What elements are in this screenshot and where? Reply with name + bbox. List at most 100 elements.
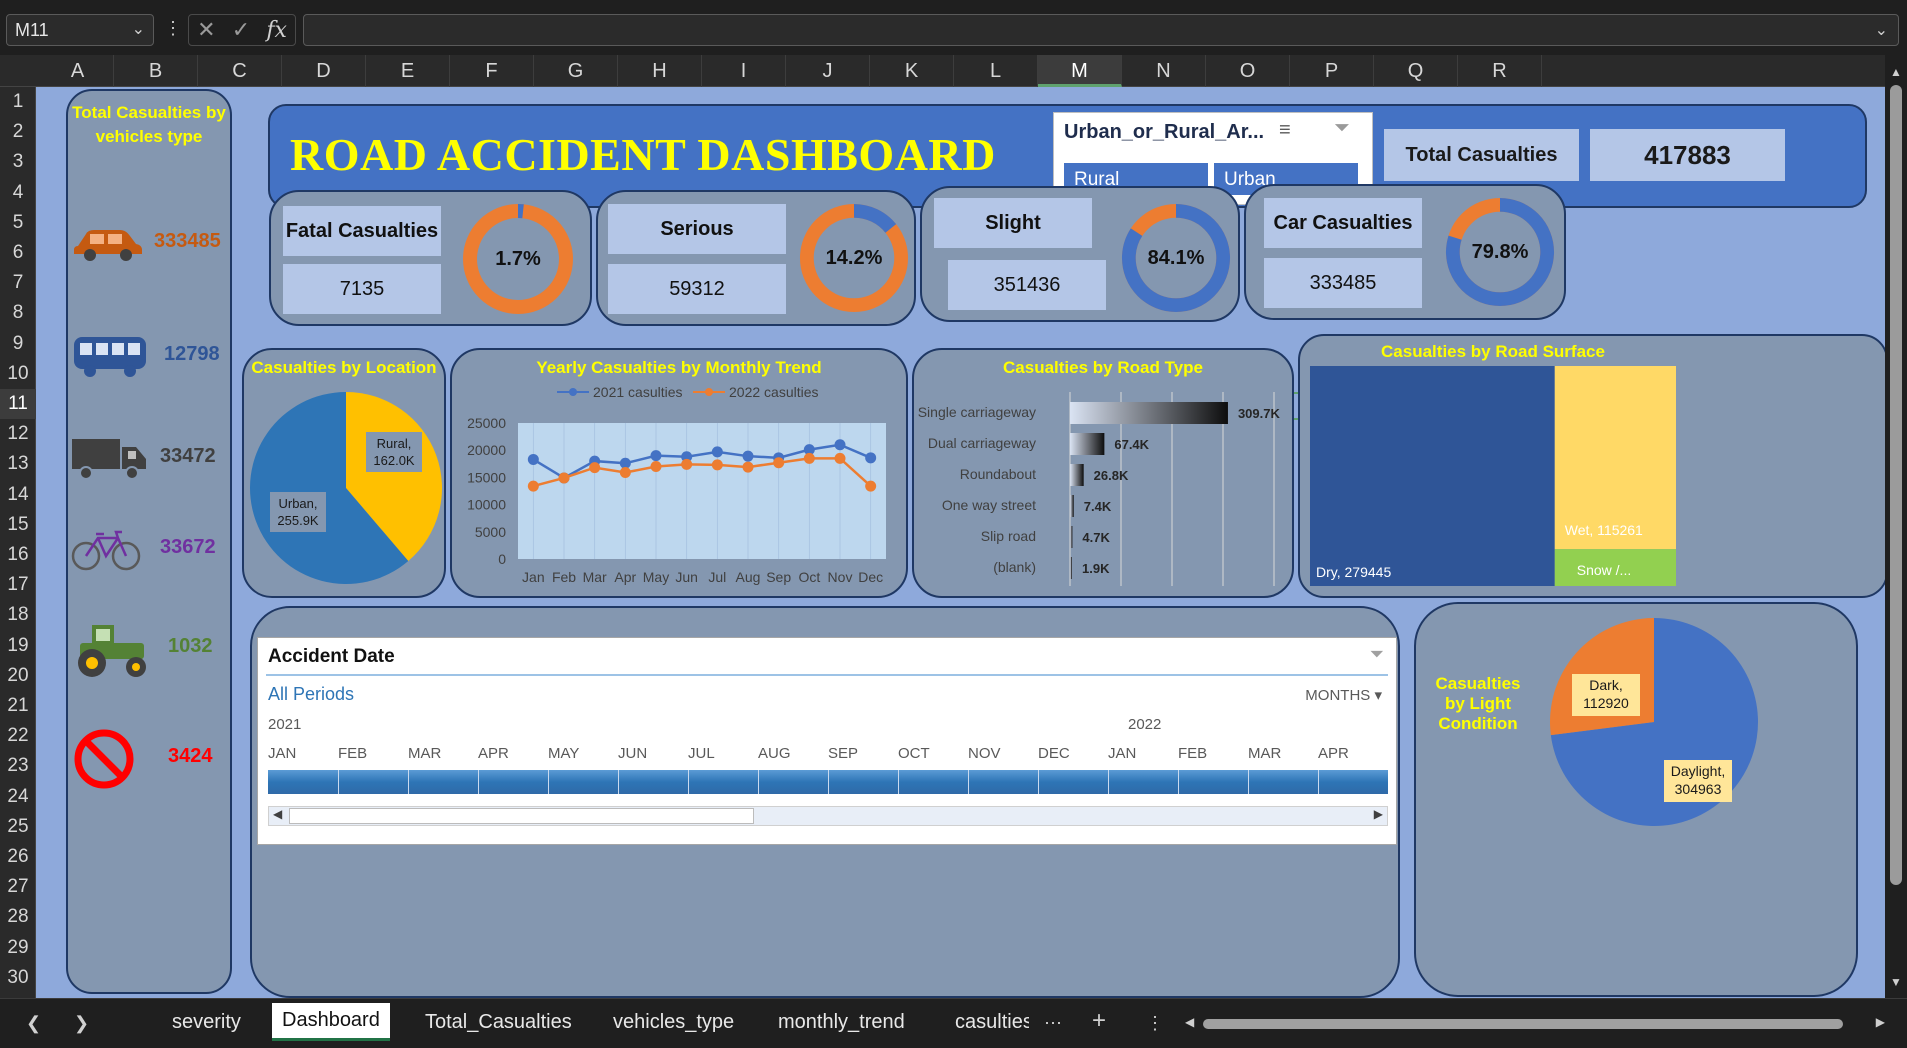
column-header[interactable]: C <box>198 55 282 87</box>
row-header[interactable]: 11 <box>0 389 36 419</box>
row-header[interactable]: 10 <box>0 359 36 389</box>
column-header[interactable]: G <box>534 55 618 87</box>
column-header[interactable]: F <box>450 55 534 87</box>
row-header[interactable]: 18 <box>0 600 36 630</box>
timeline-month[interactable]: APR <box>478 745 509 762</box>
timeline-month[interactable]: AUG <box>758 745 791 762</box>
row-header[interactable]: 22 <box>0 721 36 751</box>
horizontal-scroll-thumb[interactable] <box>1203 1019 1843 1029</box>
more-options-icon[interactable]: ⋮ <box>1146 1013 1164 1034</box>
row-header[interactable]: 20 <box>0 661 36 691</box>
row-header[interactable]: 21 <box>0 691 36 721</box>
row-header[interactable]: 26 <box>0 842 36 872</box>
tab-vehicles-type[interactable]: vehicles_type <box>613 1011 734 1034</box>
column-header[interactable]: O <box>1206 55 1290 87</box>
more-sheets-icon[interactable]: ⋯ <box>1044 1013 1062 1034</box>
timeline-month[interactable]: DEC <box>1038 745 1070 762</box>
timeline-month[interactable]: MAY <box>548 745 579 762</box>
expand-formula-icon[interactable]: ⌄ <box>1875 20 1888 40</box>
row-header[interactable]: 4 <box>0 178 36 208</box>
vertical-scrollbar[interactable]: ▲ ▼ <box>1885 55 1907 998</box>
row-header[interactable]: 27 <box>0 872 36 902</box>
row-header[interactable]: 13 <box>0 449 36 479</box>
timeline-month[interactable]: JUL <box>688 745 715 762</box>
row-header[interactable]: 8 <box>0 298 36 328</box>
column-header[interactable]: K <box>870 55 954 87</box>
timeline-month[interactable]: MAR <box>408 745 441 762</box>
column-header[interactable]: Q <box>1374 55 1458 87</box>
column-header[interactable]: I <box>702 55 786 87</box>
row-header[interactable]: 29 <box>0 933 36 963</box>
tab-casulties[interactable]: casulties <box>955 1011 1029 1034</box>
timeline-month[interactable]: JAN <box>268 745 296 762</box>
column-header[interactable]: N <box>1122 55 1206 87</box>
row-header[interactable]: 6 <box>0 238 36 268</box>
timeline-month[interactable]: OCT <box>898 745 930 762</box>
timeline-month[interactable]: JAN <box>1108 745 1136 762</box>
scroll-left-icon[interactable]: ◀ <box>1185 1015 1194 1029</box>
next-sheet-icon[interactable]: ❯ <box>74 1013 89 1034</box>
cancel-icon[interactable]: ✕ <box>197 17 215 43</box>
row-header[interactable]: 24 <box>0 782 36 812</box>
more-options-icon[interactable]: ⋮ <box>164 18 182 39</box>
column-header[interactable]: A <box>42 55 114 87</box>
add-sheet-icon[interactable]: + <box>1092 1007 1106 1035</box>
timeline-month[interactable]: MAR <box>1248 745 1281 762</box>
tab-monthly-trend[interactable]: monthly_trend <box>778 1011 905 1034</box>
timeline-month[interactable]: SEP <box>828 745 858 762</box>
row-header[interactable]: 1 <box>0 87 36 117</box>
tab-total-casualties[interactable]: Total_Casualties <box>425 1011 572 1034</box>
row-header[interactable]: 25 <box>0 812 36 842</box>
multi-select-icon[interactable]: ≡ <box>1279 119 1291 142</box>
column-header[interactable]: E <box>366 55 450 87</box>
row-header[interactable]: 16 <box>0 540 36 570</box>
name-box[interactable]: M11 ⌄ <box>6 14 154 46</box>
timeline-month[interactable]: FEB <box>1178 745 1207 762</box>
timeline-month[interactable]: JUN <box>618 745 647 762</box>
row-header[interactable]: 5 <box>0 208 36 238</box>
column-header[interactable]: M <box>1038 55 1122 87</box>
clear-filter-icon[interactable]: ⏷ <box>1334 117 1350 140</box>
scroll-left-icon[interactable]: ◀ <box>273 807 282 821</box>
insert-function-icon[interactable]: fx <box>266 18 287 43</box>
row-header[interactable]: 7 <box>0 268 36 298</box>
timeline-scroll-thumb[interactable] <box>289 808 754 824</box>
chevron-down-icon[interactable]: ⌄ <box>132 19 145 39</box>
row-header[interactable]: 15 <box>0 510 36 540</box>
clear-filter-icon[interactable]: ⏷ <box>1370 644 1384 665</box>
timeline-level-dropdown[interactable]: MONTHS ▾ <box>1305 686 1382 704</box>
horizontal-scrollbar[interactable]: ◀ ▶ <box>1185 1015 1885 1031</box>
row-header[interactable]: 28 <box>0 902 36 932</box>
column-header[interactable]: B <box>114 55 198 87</box>
column-header[interactable]: R <box>1458 55 1542 87</box>
column-header[interactable]: L <box>954 55 1038 87</box>
scroll-up-icon[interactable]: ▲ <box>1890 65 1902 79</box>
row-header[interactable]: 30 <box>0 963 36 993</box>
column-header[interactable]: P <box>1290 55 1374 87</box>
row-header[interactable]: 19 <box>0 631 36 661</box>
vertical-scroll-thumb[interactable] <box>1890 85 1902 885</box>
row-header[interactable]: 14 <box>0 480 36 510</box>
kpi-value: 7135 <box>283 264 441 314</box>
row-header[interactable]: 12 <box>0 419 36 449</box>
column-header[interactable]: D <box>282 55 366 87</box>
formula-input[interactable]: ⌄ <box>303 14 1899 46</box>
column-header[interactable]: J <box>786 55 870 87</box>
row-header[interactable]: 9 <box>0 329 36 359</box>
row-header[interactable]: 3 <box>0 147 36 177</box>
column-header[interactable]: H <box>618 55 702 87</box>
timeline-month[interactable]: FEB <box>338 745 367 762</box>
prev-sheet-icon[interactable]: ❮ <box>26 1013 41 1034</box>
scroll-down-icon[interactable]: ▼ <box>1890 975 1902 989</box>
timeline-month[interactable]: APR <box>1318 745 1349 762</box>
row-header[interactable]: 17 <box>0 570 36 600</box>
scroll-right-icon[interactable]: ▶ <box>1374 807 1383 821</box>
scroll-right-icon[interactable]: ▶ <box>1876 1015 1885 1029</box>
enter-icon[interactable]: ✓ <box>232 17 250 43</box>
row-header[interactable]: 23 <box>0 751 36 781</box>
tab-dashboard[interactable]: Dashboard <box>272 1003 390 1041</box>
row-header[interactable]: 2 <box>0 117 36 147</box>
tab-severity[interactable]: severity <box>172 1011 241 1034</box>
timeline-scrollbar[interactable]: ◀ ▶ <box>268 806 1388 826</box>
timeline-month[interactable]: NOV <box>968 745 1001 762</box>
